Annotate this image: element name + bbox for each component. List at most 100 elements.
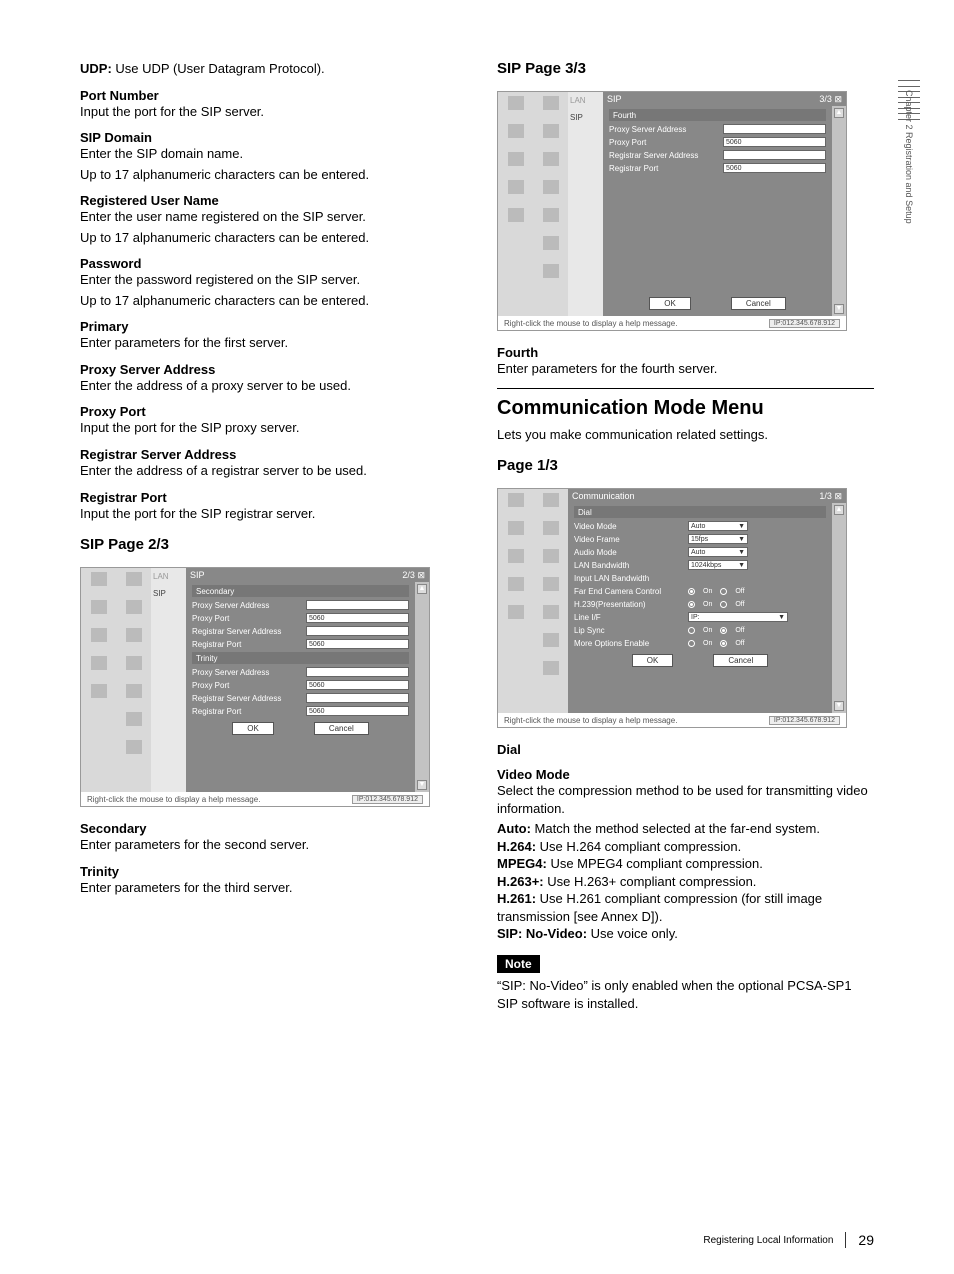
dial-heading: Dial bbox=[497, 742, 874, 757]
sidebar-icon[interactable] bbox=[543, 493, 559, 507]
dd-audio-mode[interactable]: Auto▼ bbox=[688, 547, 748, 557]
ok-button[interactable]: OK bbox=[632, 654, 674, 667]
help-text: Right-click the mouse to display a help … bbox=[504, 716, 677, 725]
secondary-heading: Secondary bbox=[80, 821, 457, 836]
dd-video-mode[interactable]: Auto▼ bbox=[688, 521, 748, 531]
close-icon[interactable]: ⊠ bbox=[834, 491, 842, 501]
sidebar-icon[interactable] bbox=[126, 628, 142, 642]
input-proxy-addr[interactable] bbox=[306, 600, 409, 610]
radio-on[interactable] bbox=[688, 627, 695, 634]
screenshot-sip-2-3: LAN SIP SIP2/3 ⊠ Secondary Proxy Server … bbox=[80, 567, 430, 807]
sidebar-icon[interactable] bbox=[508, 124, 524, 138]
sidebar-icon[interactable] bbox=[508, 549, 524, 563]
sidebar-icon[interactable] bbox=[543, 661, 559, 675]
sidebar-icon[interactable] bbox=[126, 572, 142, 586]
page-down-icon[interactable]: ▼ bbox=[834, 304, 844, 314]
sidebar-icon[interactable] bbox=[508, 180, 524, 194]
password-heading: Password bbox=[80, 256, 457, 271]
page-down-icon[interactable]: ▼ bbox=[834, 701, 844, 711]
radio-on[interactable] bbox=[688, 601, 695, 608]
cancel-button[interactable]: Cancel bbox=[314, 722, 369, 735]
input-proxy-addr2[interactable] bbox=[306, 667, 409, 677]
dd-lan-bw[interactable]: 1024kbps▼ bbox=[688, 560, 748, 570]
h264-text: Use H.264 compliant compression. bbox=[536, 839, 741, 854]
sidebar-icon[interactable] bbox=[543, 605, 559, 619]
sidebar-icon[interactable] bbox=[508, 493, 524, 507]
sidebar-icon[interactable] bbox=[543, 180, 559, 194]
page-up-icon[interactable]: ▲ bbox=[417, 584, 427, 594]
ok-button[interactable]: OK bbox=[232, 722, 274, 735]
sidebar-icon[interactable] bbox=[91, 684, 107, 698]
input-reg-addr[interactable] bbox=[723, 150, 826, 160]
input-reg-port2[interactable]: 5060 bbox=[306, 706, 409, 716]
tab-sip[interactable]: SIP bbox=[151, 585, 186, 602]
dd-video-frame[interactable]: 15fps▼ bbox=[688, 534, 748, 544]
sidebar-icon[interactable] bbox=[508, 208, 524, 222]
reg-srv-heading: Registrar Server Address bbox=[80, 447, 457, 462]
radio-on[interactable] bbox=[688, 640, 695, 647]
sidebar-icon[interactable] bbox=[543, 152, 559, 166]
input-reg-port[interactable]: 5060 bbox=[723, 163, 826, 173]
sidebar-icon[interactable] bbox=[543, 96, 559, 110]
dd-line-if[interactable]: IP:▼ bbox=[688, 612, 788, 622]
sidebar-icon[interactable] bbox=[543, 521, 559, 535]
radio-off[interactable] bbox=[720, 601, 727, 608]
sidebar-icon[interactable] bbox=[126, 740, 142, 754]
sidebar-icon[interactable] bbox=[543, 264, 559, 278]
sidebar-icon[interactable] bbox=[126, 600, 142, 614]
scr-pager: 1/3 bbox=[819, 491, 832, 501]
radio-off[interactable] bbox=[720, 627, 727, 634]
sidebar-icon[interactable] bbox=[543, 236, 559, 250]
sidebar-icon[interactable] bbox=[508, 521, 524, 535]
proxy-addr-text: Enter the address of a proxy server to b… bbox=[80, 377, 457, 395]
input-proxy-port2[interactable]: 5060 bbox=[306, 680, 409, 690]
cancel-button[interactable]: Cancel bbox=[731, 297, 786, 310]
tab-lan[interactable]: LAN bbox=[151, 568, 186, 585]
scroll-indicator: ▲ ▼ bbox=[832, 503, 846, 713]
sip-novideo-text: Use voice only. bbox=[587, 926, 678, 941]
input-reg-addr2[interactable] bbox=[306, 693, 409, 703]
reg-port-text: Input the port for the SIP registrar ser… bbox=[80, 505, 457, 523]
tab-sip[interactable]: SIP bbox=[568, 109, 603, 126]
sidebar-icon[interactable] bbox=[91, 572, 107, 586]
tab-lan[interactable]: LAN bbox=[568, 92, 603, 109]
h263p-label: H.263+: bbox=[497, 874, 544, 889]
sidebar-icon[interactable] bbox=[126, 684, 142, 698]
input-proxy-port[interactable]: 5060 bbox=[306, 613, 409, 623]
sidebar-icon[interactable] bbox=[126, 712, 142, 726]
sidebar-icon[interactable] bbox=[508, 96, 524, 110]
input-reg-port[interactable]: 5060 bbox=[306, 639, 409, 649]
ok-button[interactable]: OK bbox=[649, 297, 691, 310]
help-text: Right-click the mouse to display a help … bbox=[87, 795, 260, 804]
sidebar-icon[interactable] bbox=[508, 605, 524, 619]
page-up-icon[interactable]: ▲ bbox=[834, 108, 844, 118]
radio-off[interactable] bbox=[720, 640, 727, 647]
sidebar-icon[interactable] bbox=[508, 577, 524, 591]
sidebar-icon[interactable] bbox=[543, 208, 559, 222]
sidebar-icon[interactable] bbox=[543, 577, 559, 591]
close-icon[interactable]: ⊠ bbox=[834, 94, 842, 104]
cancel-button[interactable]: Cancel bbox=[713, 654, 768, 667]
screenshot-comm-1-3: Communication1/3 ⊠ Dial Video ModeAuto▼ … bbox=[497, 488, 847, 728]
radio-on[interactable] bbox=[688, 588, 695, 595]
sidebar-icon[interactable] bbox=[508, 152, 524, 166]
input-reg-addr[interactable] bbox=[306, 626, 409, 636]
radio-off[interactable] bbox=[720, 588, 727, 595]
trinity-text: Enter parameters for the third server. bbox=[80, 879, 457, 897]
row-proxy-addr: Proxy Server Address bbox=[192, 601, 302, 610]
auto-text: Match the method selected at the far-end… bbox=[531, 821, 820, 836]
close-icon[interactable]: ⊠ bbox=[417, 570, 425, 580]
sidebar-icon[interactable] bbox=[543, 549, 559, 563]
sidebar-icon[interactable] bbox=[91, 600, 107, 614]
page-down-icon[interactable]: ▼ bbox=[417, 780, 427, 790]
sidebar-icon[interactable] bbox=[543, 124, 559, 138]
sidebar-icon[interactable] bbox=[91, 656, 107, 670]
sidebar-icon[interactable] bbox=[126, 656, 142, 670]
sidebar-icon[interactable] bbox=[543, 633, 559, 647]
sub-secondary: Secondary bbox=[192, 585, 409, 597]
page-up-icon[interactable]: ▲ bbox=[834, 505, 844, 515]
input-proxy-addr[interactable] bbox=[723, 124, 826, 134]
sidebar-icon[interactable] bbox=[91, 628, 107, 642]
input-proxy-port[interactable]: 5060 bbox=[723, 137, 826, 147]
row-proxy-addr: Proxy Server Address bbox=[192, 668, 302, 677]
